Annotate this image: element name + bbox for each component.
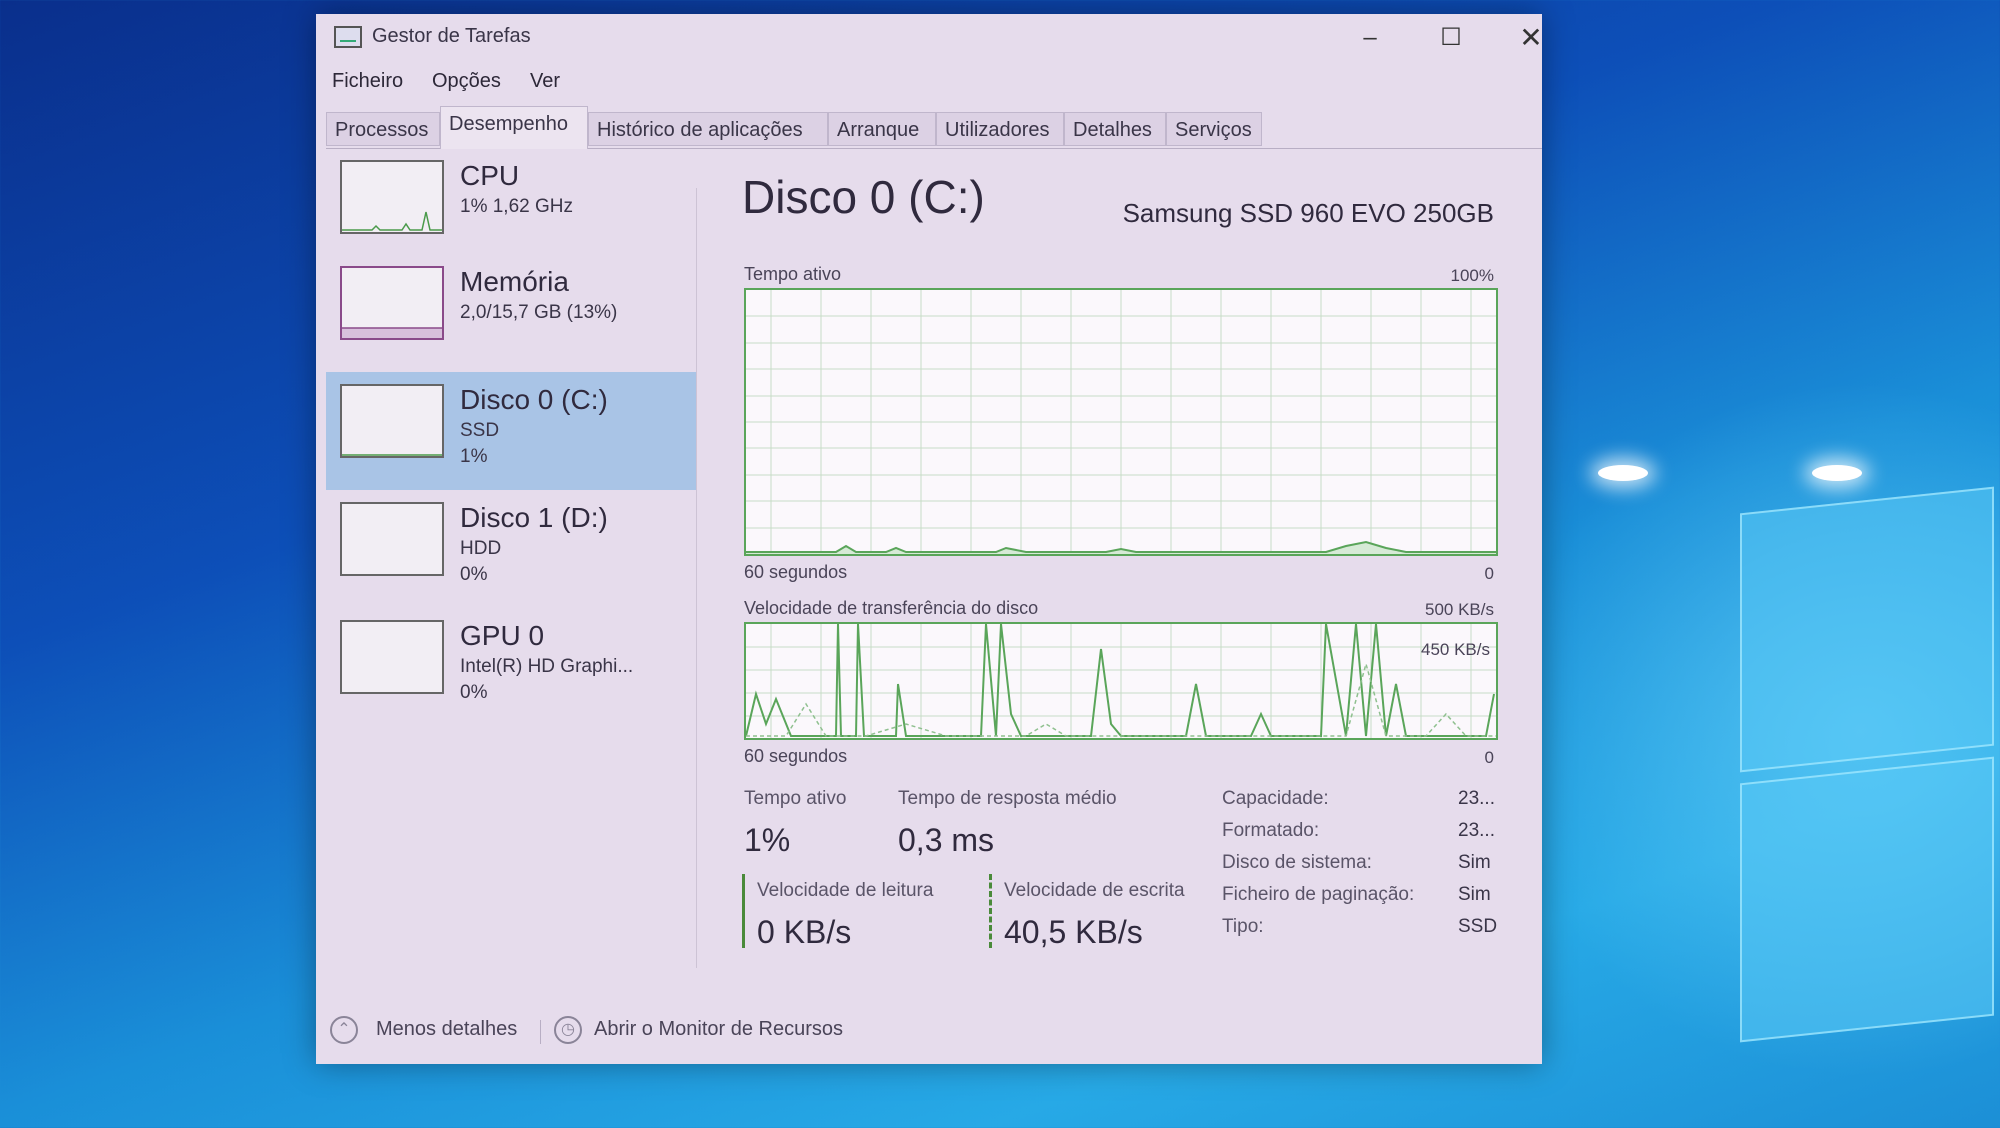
sidebar-usage: 0% — [460, 564, 488, 585]
sidebar-item-disco-1[interactable]: Disco 1 (D:) HDD 0% — [326, 490, 696, 608]
capacity-label: Capacidade: — [1222, 788, 1329, 809]
sidebar-title: Disco 0 (C:) — [460, 384, 608, 415]
read-indicator — [742, 874, 745, 948]
less-details-link[interactable]: Menos detalhes — [376, 1018, 517, 1041]
tab-strip: Processos Desempenho Histórico de aplica… — [326, 106, 1542, 149]
task-manager-icon — [334, 26, 362, 48]
windows-logo-pane — [1740, 756, 1994, 1043]
gpu-mini-graph — [340, 620, 444, 694]
disk1-mini-graph — [340, 502, 444, 576]
graph1-label: Tempo ativo — [744, 264, 842, 284]
graph2-label: Velocidade de transferência do disco — [744, 598, 1039, 618]
disk-model: Samsung SSD 960 EVO 250GB — [1122, 198, 1494, 228]
task-manager-window: Gestor de Tarefas – ☐ ✕ Ficheiro Opções … — [316, 14, 1543, 1064]
cpu-mini-graph — [340, 160, 444, 234]
graph1-time: 60 segundos — [744, 562, 848, 582]
footer-separator — [540, 1020, 541, 1044]
active-time-label: Tempo ativo — [744, 788, 847, 809]
sidebar-detail: HDD — [460, 538, 502, 559]
reflection — [1598, 465, 1648, 481]
sidebar-detail: SSD — [460, 420, 500, 441]
footer: ⌃ Menos detalhes ◷ Abrir o Monitor de Re… — [316, 998, 1542, 1064]
reflection — [1812, 465, 1862, 481]
read-speed-value: 0 KB/s — [757, 914, 852, 950]
menu-ficheiro[interactable]: Ficheiro — [332, 70, 403, 93]
maximize-button[interactable]: ☐ — [1421, 22, 1481, 54]
sidebar-title: Disco 1 (D:) — [460, 502, 608, 533]
sidebar-title: GPU 0 — [460, 620, 545, 651]
sidebar-detail: 2,0/15,7 GB (13%) — [460, 302, 618, 323]
page-title: Disco 0 (C:) — [742, 171, 985, 223]
type-value: SSD — [1458, 916, 1498, 937]
capacity-value: 23... — [1458, 788, 1495, 809]
graph1-max: 100% — [1450, 266, 1494, 285]
graph2-min: 0 — [1484, 748, 1494, 767]
minimize-button[interactable]: – — [1340, 22, 1400, 54]
sidebar-item-memoria[interactable]: Memória 2,0/15,7 GB (13%) — [326, 254, 696, 372]
tab-desempenho[interactable]: Desempenho — [440, 106, 588, 149]
sidebar-item-gpu-0[interactable]: GPU 0 Intel(R) HD Graphi... 0% — [326, 608, 696, 726]
sidebar-usage: 1% — [460, 446, 488, 467]
performance-content: CPU 1% 1,62 GHz Memória 2,0/15,7 GB (13%… — [316, 148, 1542, 998]
sidebar-title: CPU — [460, 160, 520, 191]
resource-monitor-icon[interactable]: ◷ — [554, 1016, 582, 1044]
write-speed-value: 40,5 KB/s — [1004, 914, 1143, 950]
disk0-mini-graph — [340, 384, 444, 458]
tab-processos[interactable]: Processos — [326, 112, 440, 146]
sidebar-item-cpu[interactable]: CPU 1% 1,62 GHz — [326, 148, 696, 266]
resource-monitor-link[interactable]: Abrir o Monitor de Recursos — [594, 1018, 843, 1041]
menu-ver[interactable]: Ver — [530, 70, 560, 93]
write-speed-label: Velocidade de escrita — [1004, 880, 1185, 901]
active-time-value: 1% — [744, 822, 791, 858]
system-disk-label: Disco de sistema: — [1222, 852, 1372, 873]
system-disk-value: Sim — [1458, 852, 1491, 873]
read-speed-label: Velocidade de leitura — [757, 880, 934, 901]
graph1-min: 0 — [1484, 564, 1494, 583]
formatted-label: Formatado: — [1222, 820, 1320, 841]
graph2-max: 500 KB/s — [1425, 600, 1494, 619]
response-time-value: 0,3 ms — [898, 822, 995, 858]
write-indicator — [989, 874, 992, 948]
page-file-value: Sim — [1458, 884, 1491, 905]
menu-opcoes[interactable]: Opções — [432, 70, 501, 93]
graph2-inner-scale: 450 KB/s — [1421, 640, 1490, 659]
menu-bar: Ficheiro Opções Ver — [316, 62, 1542, 102]
tab-arranque[interactable]: Arranque — [828, 112, 936, 146]
memory-mini-graph — [340, 266, 444, 340]
formatted-value: 23... — [1458, 820, 1495, 841]
page-file-label: Ficheiro de paginação: — [1222, 884, 1415, 905]
sidebar-detail: 1% 1,62 GHz — [460, 196, 573, 217]
tab-utilizadores[interactable]: Utilizadores — [936, 112, 1064, 146]
sidebar-detail: Intel(R) HD Graphi... — [460, 656, 634, 677]
transfer-rate-graph: 450 KB/s — [744, 622, 1498, 740]
panel-divider — [696, 188, 697, 968]
chevron-up-icon[interactable]: ⌃ — [330, 1016, 358, 1044]
active-time-graph — [744, 288, 1498, 556]
graph2-time: 60 segundos — [744, 746, 848, 766]
window-title: Gestor de Tarefas — [372, 25, 531, 47]
close-button[interactable]: ✕ — [1501, 22, 1561, 54]
response-time-label: Tempo de resposta médio — [898, 788, 1117, 809]
title-bar[interactable]: Gestor de Tarefas – ☐ ✕ — [316, 14, 1543, 62]
tab-historico[interactable]: Histórico de aplicações — [588, 112, 828, 146]
sidebar-title: Memória — [460, 266, 569, 297]
sidebar-usage: 0% — [460, 682, 488, 703]
tab-detalhes[interactable]: Detalhes — [1064, 112, 1166, 146]
sidebar-item-disco-0[interactable]: Disco 0 (C:) SSD 1% — [326, 372, 696, 490]
type-label: Tipo: — [1222, 916, 1264, 937]
tab-servicos[interactable]: Serviços — [1166, 112, 1262, 146]
windows-logo-pane — [1740, 486, 1994, 773]
